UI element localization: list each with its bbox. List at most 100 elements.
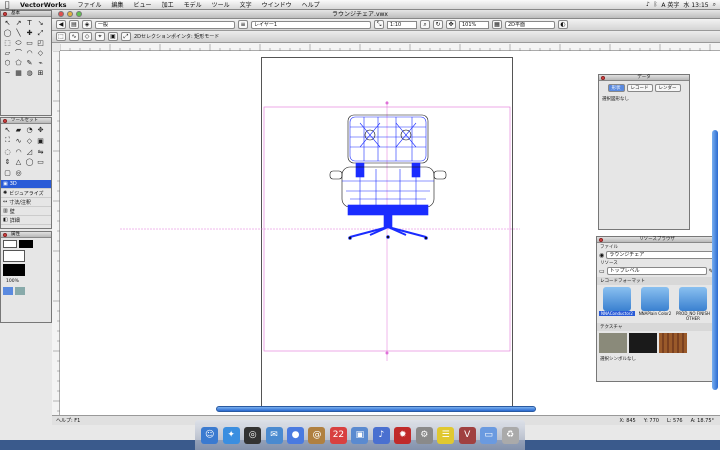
resource-item[interactable]: PROD_NO FINISH OTHER — [675, 287, 711, 321]
walkthrough-icon[interactable]: ⛶ — [2, 136, 13, 146]
tool-set-visualize[interactable]: ✺ ビジュアライズ — [1, 189, 51, 198]
tool-button[interactable]: ⌁ — [35, 58, 46, 68]
dashboard-icon[interactable]: ◎ — [244, 426, 262, 444]
vectorworks-icon[interactable]: V — [458, 426, 476, 444]
tool-button[interactable]: ⬠ — [13, 58, 24, 68]
itunes-icon[interactable]: ♪ — [372, 426, 390, 444]
menu-item-file[interactable]: ファイル — [73, 0, 107, 9]
tool-set-3d[interactable]: ▣ 3D — [1, 180, 51, 189]
preferences-icon[interactable]: ⚙ — [415, 426, 433, 444]
class-icon[interactable]: ▤ — [69, 20, 79, 29]
solid-icon[interactable]: ▣ — [35, 136, 46, 146]
tool-button[interactable]: ↗ — [13, 18, 24, 28]
cube-icon[interactable]: ▢ — [2, 168, 13, 178]
fillet-icon[interactable]: ◠ — [13, 147, 24, 157]
menu-item-model[interactable]: モデル — [179, 0, 207, 9]
push-pull-icon[interactable]: ⇕ — [2, 157, 13, 167]
texture-swatch[interactable] — [629, 333, 657, 353]
render-icon[interactable]: ◐ — [558, 20, 568, 29]
tool-button[interactable]: ⬚ — [2, 38, 13, 48]
guide-handle-top[interactable] — [385, 101, 389, 105]
tool-button[interactable]: ✎ — [24, 58, 35, 68]
input-method[interactable]: A 英字 — [661, 0, 679, 9]
bluetooth-icon[interactable]: ᛒ — [654, 1, 658, 8]
layer-stack-icon[interactable]: ≡ — [238, 20, 248, 29]
menu-item-tool[interactable]: ツール — [207, 0, 235, 9]
menu-item-edit[interactable]: 編集 — [107, 0, 129, 9]
layer-select[interactable]: レイヤー1 — [251, 20, 371, 29]
mode-lasso-icon[interactable]: ∿ — [69, 32, 79, 41]
rotate-icon[interactable]: ↻ — [433, 20, 443, 29]
cone-icon[interactable]: △ — [13, 157, 24, 167]
view-select[interactable]: 2D平面 — [505, 20, 555, 29]
zoom-field[interactable]: 101% — [459, 20, 489, 29]
grid-icon[interactable]: ▦ — [492, 20, 502, 29]
tool-button[interactable]: ▦ — [13, 68, 24, 78]
tool-button[interactable]: ◯ — [2, 28, 13, 38]
trash-icon[interactable]: ♻ — [501, 426, 519, 444]
guide-handle-bottom[interactable] — [385, 351, 389, 355]
3d-select-icon[interactable]: ↖ — [2, 125, 13, 135]
iphoto-icon[interactable]: ▣ — [351, 426, 369, 444]
apple-icon[interactable]:  — [0, 0, 14, 9]
menu-item-text[interactable]: 文字 — [235, 0, 257, 9]
close-icon[interactable] — [601, 76, 605, 80]
section-record-format[interactable]: レコードフォーマット — [597, 277, 717, 285]
finder-icon[interactable]: ☺ — [201, 426, 219, 444]
file-select[interactable]: ラウンジチェア — [606, 251, 715, 259]
tool-button[interactable]: ◠ — [24, 48, 35, 58]
folder-icon[interactable]: ▭ — [599, 268, 605, 275]
close-icon[interactable] — [599, 238, 603, 242]
texture-swatch[interactable] — [599, 333, 627, 353]
address-book-icon[interactable]: @ — [308, 426, 326, 444]
tool-button[interactable]: ⬡ — [2, 58, 13, 68]
volume-icon[interactable]: ♪ — [646, 1, 650, 8]
close-icon[interactable] — [3, 119, 7, 123]
file-nav-icon[interactable]: ◉ — [599, 252, 604, 259]
sweep-icon[interactable]: ◔ — [24, 125, 35, 135]
torus-icon[interactable]: ◎ — [13, 168, 24, 178]
close-icon[interactable] — [58, 11, 64, 17]
zoom-icon[interactable] — [76, 11, 82, 17]
tool-button[interactable]: ⊞ — [35, 68, 46, 78]
chamfer-icon[interactable]: ◿ — [24, 147, 35, 157]
tool-button[interactable]: ◰ — [35, 38, 46, 48]
zoom-tool-icon[interactable]: ⌕ — [420, 20, 430, 29]
menu-app-name[interactable]: VectorWorks — [14, 1, 73, 9]
stickies-icon[interactable]: ☰ — [437, 426, 455, 444]
tool-button[interactable]: ◍ — [24, 68, 35, 78]
tool-button[interactable]: ╲ — [13, 28, 24, 38]
vertical-scrollbar[interactable] — [712, 130, 718, 390]
sphere-icon[interactable]: ◯ — [24, 157, 35, 167]
line-style-icon[interactable] — [3, 287, 13, 295]
clock[interactable]: 水 13:15 — [683, 0, 708, 9]
tool-button[interactable]: ~ — [2, 68, 13, 78]
scale-icon[interactable]: ⤡ — [374, 20, 384, 29]
chair-wireframe[interactable] — [329, 114, 447, 240]
tab-shape[interactable]: 形状 — [607, 84, 625, 92]
mirror-icon[interactable]: ⇋ — [35, 147, 46, 157]
folder-icon[interactable]: ▭ — [480, 426, 498, 444]
menu-item-modify[interactable]: 加工 — [157, 0, 179, 9]
pen-preview[interactable] — [3, 264, 25, 276]
mode-resize-icon[interactable]: ⤢ — [121, 32, 131, 41]
menu-item-help[interactable]: ヘルプ — [297, 0, 325, 9]
texture-swatch[interactable] — [659, 333, 687, 353]
resource-item[interactable]: NNAConductor2 — [599, 287, 635, 321]
shell-icon[interactable]: ◌ — [2, 147, 13, 157]
tool-button[interactable]: ⌒ — [13, 48, 24, 58]
mode-group-icon[interactable]: ▣ — [108, 32, 118, 41]
scale-field[interactable]: 1:10 — [387, 20, 417, 29]
extrude-icon[interactable]: ▰ — [13, 125, 24, 135]
ical-icon[interactable]: 22 — [329, 426, 347, 444]
mode-rect-icon[interactable]: ⬚ — [56, 32, 66, 41]
tab-record[interactable]: レコード — [626, 84, 653, 92]
tool-set-wall[interactable]: ▥ 壁 — [1, 207, 51, 216]
tool-button[interactable]: T — [24, 18, 35, 28]
resource-item[interactable]: NNAPlain Color2 — [637, 287, 673, 321]
tool-button[interactable]: ⤢ — [35, 28, 46, 38]
menu-item-view[interactable]: ビュー — [129, 0, 157, 9]
fill-preview[interactable] — [3, 250, 25, 262]
system-icon[interactable]: ✹ — [394, 426, 412, 444]
spotlight-icon[interactable]: ⌕ — [713, 1, 716, 9]
